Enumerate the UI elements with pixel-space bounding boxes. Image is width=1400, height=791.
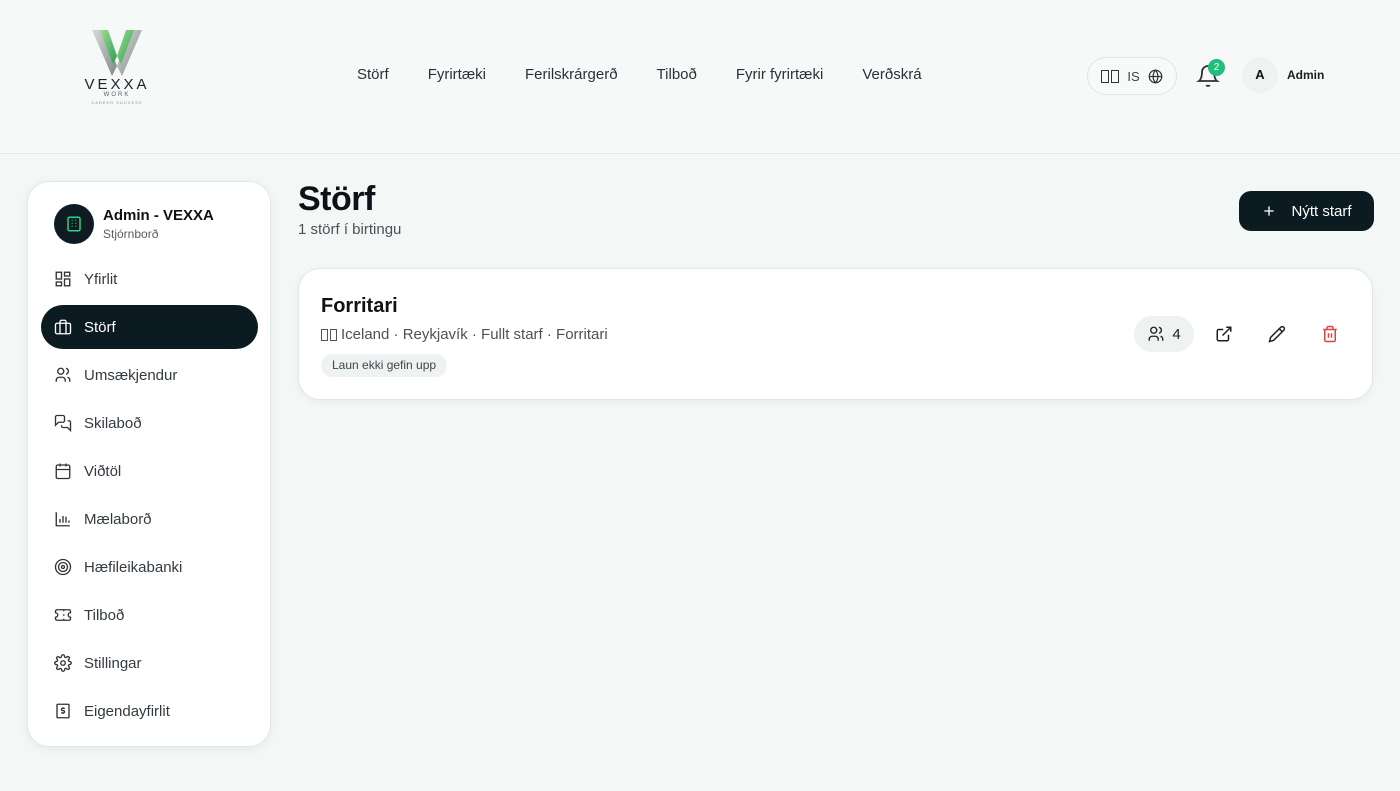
page-title: Störf <box>298 180 375 218</box>
sidebar-item-label: Störf <box>84 318 116 336</box>
sidebar-item-overview[interactable]: Yfirlit <box>41 257 258 301</box>
grid-icon <box>55 271 71 287</box>
logo-subtext: WORK <box>103 92 131 98</box>
sidebar-item-label: Yfirlit <box>84 270 118 288</box>
nav-item-cv-builder[interactable]: Ferilskrárgerð <box>525 66 618 83</box>
nav-item-jobs[interactable]: Störf <box>357 66 389 83</box>
sidebar-item-applicants[interactable]: Umsækjendur <box>41 353 258 397</box>
job-card[interactable]: Forritari Iceland · Reykjavík · Fullt st… <box>298 268 1373 400</box>
calendar-icon <box>55 463 71 480</box>
new-job-button[interactable]: Nýtt starf <box>1239 191 1374 231</box>
flag-icon <box>1101 69 1120 83</box>
applicants-count: 4 <box>1172 325 1181 343</box>
sidebar: Admin - VEXXA Stjórnborð Yfirlit Störf U… <box>27 181 271 747</box>
trash-icon <box>1323 325 1337 343</box>
avatar[interactable]: A <box>1242 57 1278 93</box>
org-name: Admin - VEXXA <box>103 207 214 224</box>
main-nav: Störf Fyrirtæki Ferilskrárgerð Tilboð Fy… <box>357 66 961 83</box>
job-meta-text: Iceland · Reykjavík · Fullt starf · Forr… <box>341 326 608 343</box>
bar-chart-icon <box>55 512 70 527</box>
top-header: VEXXA WORK CAREER SUCCESS Störf Fyrirtæk… <box>0 0 1400 154</box>
sidebar-item-interviews[interactable]: Viðtöl <box>41 449 258 493</box>
page-subtitle: 1 störf í birtingu <box>298 221 402 238</box>
org-subtitle: Stjórnborð <box>103 227 159 241</box>
org-logo <box>54 204 94 244</box>
logo-tagline: CAREER SUCCESS <box>91 100 143 105</box>
sidebar-item-label: Skilaboð <box>84 414 142 432</box>
sidebar-item-offers[interactable]: Tilboð <box>41 593 258 637</box>
sidebar-item-settings[interactable]: Stillingar <box>41 641 258 685</box>
open-job-button[interactable] <box>1212 322 1236 346</box>
nav-item-pricing[interactable]: Verðskrá <box>862 66 921 83</box>
ticket-icon <box>54 609 72 621</box>
globe-icon <box>1148 68 1163 84</box>
edit-job-button[interactable] <box>1265 322 1289 346</box>
sidebar-item-label: Mælaborð <box>84 510 152 528</box>
external-link-icon <box>1216 326 1232 342</box>
user-name[interactable]: Admin <box>1287 68 1324 82</box>
language-code: IS <box>1127 68 1140 84</box>
dollar-doc-icon <box>56 703 70 719</box>
language-selector[interactable]: IS <box>1087 57 1177 95</box>
sidebar-item-dashboard[interactable]: Mælaborð <box>41 497 258 541</box>
sidebar-item-messages[interactable]: Skilaboð <box>41 401 258 445</box>
new-job-button-label: Nýtt starf <box>1291 202 1352 220</box>
plus-icon <box>1264 206 1275 216</box>
sidebar-item-label: Tilboð <box>84 606 125 624</box>
pencil-icon <box>1268 325 1286 343</box>
sidebar-item-jobs[interactable]: Störf <box>41 305 258 349</box>
notification-badge: 2 <box>1208 59 1225 76</box>
gear-icon <box>54 654 72 672</box>
target-icon <box>54 558 72 576</box>
building-icon <box>67 216 81 232</box>
delete-job-button[interactable] <box>1318 322 1342 346</box>
sidebar-item-label: Umsækjendur <box>84 366 178 384</box>
users-icon <box>1148 326 1164 341</box>
sidebar-item-talent-bank[interactable]: Hæfileikabanki <box>41 545 258 589</box>
job-meta: Iceland · Reykjavík · Fullt starf · Forr… <box>321 326 608 343</box>
messages-icon <box>54 414 72 432</box>
salary-tag: Laun ekki gefin upp <box>321 354 448 377</box>
sidebar-item-owner-overview[interactable]: Eigendayfirlit <box>41 689 258 733</box>
sidebar-item-label: Hæfileikabanki <box>84 558 183 576</box>
sidebar-item-label: Stillingar <box>84 654 142 672</box>
nav-item-offers[interactable]: Tilboð <box>657 66 697 83</box>
applicants-count-button[interactable]: 4 <box>1134 316 1194 352</box>
nav-item-for-companies[interactable]: Fyrir fyrirtæki <box>736 66 823 83</box>
logo-wordmark: VEXXA <box>84 76 150 93</box>
sidebar-item-label: Eigendayfirlit <box>84 702 170 720</box>
users-icon <box>55 367 71 382</box>
logo-v-mark-icon <box>92 30 142 76</box>
nav-item-companies[interactable]: Fyrirtæki <box>428 66 486 83</box>
flag-icon <box>321 328 337 341</box>
vexxa-logo[interactable]: VEXXA WORK CAREER SUCCESS <box>72 26 162 108</box>
job-title[interactable]: Forritari <box>321 295 398 318</box>
briefcase-icon <box>54 319 72 335</box>
sidebar-item-label: Viðtöl <box>84 462 122 480</box>
